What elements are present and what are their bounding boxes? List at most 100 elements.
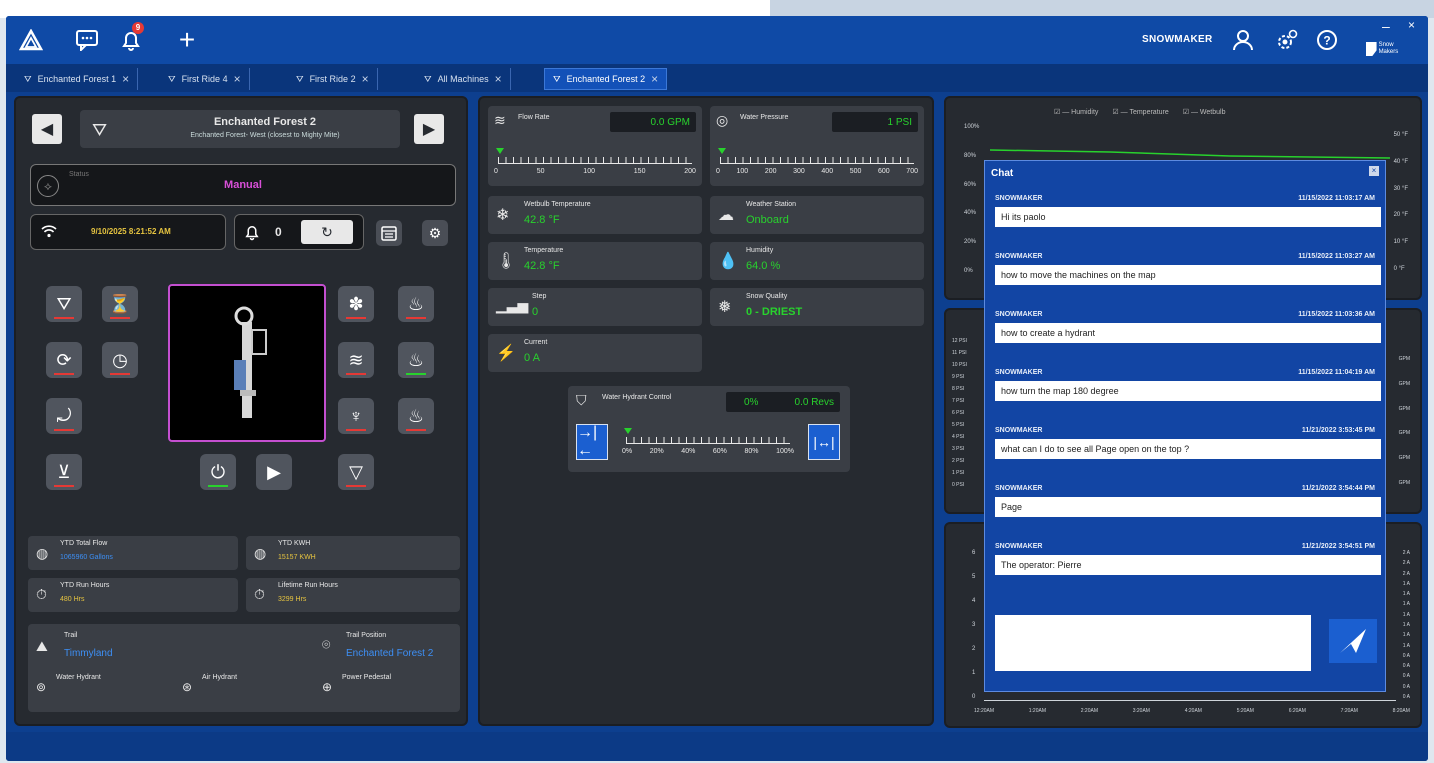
axis-tick: 1 A (1402, 611, 1410, 618)
humidity-value: 64.0 % (746, 260, 781, 272)
axis-tick: 10 PSI (952, 362, 968, 368)
tab-first-ride-4[interactable]: ⛛ First Ride 4 × (160, 68, 250, 90)
close-tab-icon[interactable]: × (234, 72, 241, 86)
minimize-button[interactable]: – (1382, 18, 1390, 34)
chat-icon[interactable] (72, 25, 102, 55)
water-hydrant-icon: ⊚ (36, 680, 47, 694)
axis-tick: 2 PSI (952, 458, 965, 464)
tick-label: 400 (821, 168, 834, 175)
message-user: SNOWMAKER (995, 484, 1043, 492)
water-drop-icon: ♨ (407, 293, 425, 314)
close-tab-icon[interactable]: × (122, 72, 129, 86)
chat-close-button[interactable]: × (1369, 166, 1379, 176)
tick-label: 200 (684, 168, 696, 175)
wifi-icon (41, 223, 57, 244)
water-pressure-label: Water Pressure (740, 114, 789, 121)
home-warning-icon[interactable] (16, 25, 46, 55)
open-hydrant-button[interactable]: |↔| (808, 424, 840, 460)
heater-control-button[interactable]: ♆ (338, 398, 374, 434)
hydrant-readout: 0% 0.0 Revs (726, 392, 840, 412)
axis-tick: 3:20AM (1132, 708, 1150, 714)
nozzle-2-control-button[interactable]: ♨ (398, 342, 434, 378)
reset-alarm-button[interactable]: ↻ (301, 220, 353, 244)
trail-position-value[interactable]: Enchanted Forest 2 (346, 648, 433, 659)
step-card: ▁▃▅ Step 0 (488, 288, 702, 326)
tab-first-ride-2[interactable]: ⛛ First Ride 2 × (288, 68, 378, 90)
previous-machine-button[interactable]: ◀ (32, 114, 62, 144)
air-hydrant-label[interactable]: Air Hydrant (202, 674, 237, 681)
tilt-control-button[interactable]: ⤾ (46, 398, 82, 434)
machine-image (168, 284, 326, 442)
close-tab-icon[interactable]: × (495, 72, 502, 86)
axis-tick: 4 (972, 598, 976, 604)
axis-tick: 0 A (1402, 673, 1410, 680)
axis-tick: 2 (972, 646, 976, 652)
chat-message-input[interactable] (995, 615, 1311, 671)
triangle-down-icon: ▽ (349, 461, 363, 482)
send-icon (1340, 629, 1366, 653)
nozzle-1-control-button[interactable]: ♨ (398, 286, 434, 322)
air-control-button[interactable]: ≋ (338, 342, 374, 378)
calendar-button[interactable] (376, 220, 402, 246)
timer-control-button[interactable]: ◷ (102, 342, 138, 378)
trail-value[interactable]: Timmyland (64, 648, 113, 659)
stopwatch-icon: ⏱ (36, 586, 47, 602)
tab-all-machines[interactable]: ⛛ All Machines × (416, 68, 511, 90)
send-message-button[interactable] (1329, 619, 1377, 663)
snow-gun-control-button[interactable]: ⛛ (46, 286, 82, 322)
alarm-bell-icon[interactable]: 9 (116, 22, 146, 55)
legend-item-wetbulb[interactable]: ☑ — Wetbulb (1183, 108, 1226, 116)
settings-icon[interactable] (1272, 25, 1302, 55)
axis-tick: 1 PSI (952, 470, 965, 476)
hydrant-control-label: Water Hydrant Control (602, 394, 672, 401)
nozzle-3-control-button[interactable]: ♨ (398, 398, 434, 434)
chat-title: Chat (991, 167, 1014, 179)
oscillation-control-button[interactable]: ⟳ (46, 342, 82, 378)
tab-enchanted-forest-1[interactable]: ⛛ Enchanted Forest 1 × (16, 68, 139, 90)
axis-tick: 0 (972, 694, 976, 700)
ytd-run-hours-card: ⏱ YTD Run Hours 480 Hrs (28, 578, 238, 612)
help-icon[interactable]: ? (1312, 25, 1342, 55)
x-axis-line (984, 700, 1396, 701)
legend-item-humidity[interactable]: ☑ — Humidity (1054, 108, 1098, 116)
axis-tick: 30 °F (1393, 185, 1408, 192)
tab-label: First Ride 2 (309, 74, 356, 84)
humidity-icon: 💧 (718, 253, 738, 270)
add-icon[interactable]: + (172, 24, 202, 55)
message-header: SNOWMAKER 11/15/2022 11:04:19 AM (995, 365, 1375, 379)
gauge-icon: ◍ (36, 545, 49, 561)
raise-control-button[interactable]: ▽ (338, 454, 374, 490)
start-button[interactable]: ▶ (256, 454, 292, 490)
axis-tick: 2 A (1402, 570, 1410, 577)
hydrant-gauge[interactable]: 0% 20% 40% 60% 80% 100% (616, 422, 800, 462)
brand-logo-icon (1366, 42, 1377, 56)
axis-tick: 0 PSI (952, 482, 965, 488)
user-icon[interactable] (1228, 25, 1258, 55)
flow-icon: ≋ (494, 112, 506, 128)
compressor-control-button[interactable]: ⏳ (102, 286, 138, 322)
next-machine-button[interactable]: ▶ (414, 114, 444, 144)
power-control-button[interactable]: ⏻ (200, 454, 236, 490)
close-tab-icon[interactable]: × (362, 72, 369, 86)
axis-tick: 5 PSI (952, 422, 965, 428)
machine-settings-button[interactable]: ⚙ (422, 220, 448, 246)
snow-quality-value: 0 - DRIEST (746, 306, 803, 318)
lower-control-button[interactable]: ⊻ (46, 454, 82, 490)
power-pedestal-label[interactable]: Power Pedestal (342, 674, 391, 681)
close-tab-icon[interactable]: × (651, 72, 658, 86)
machine-header: ⛛ Enchanted Forest 2 Enchanted Forest- W… (80, 110, 400, 148)
close-window-button[interactable]: × (1408, 18, 1415, 32)
top-bar: 9 + SNOWMAKER ? Snow Makers – × (6, 16, 1428, 64)
water-hydrant-label[interactable]: Water Hydrant (56, 674, 101, 681)
tab-enchanted-forest-2[interactable]: ⛛ Enchanted Forest 2 × (544, 68, 668, 90)
fan-control-button[interactable]: ✽ (338, 286, 374, 322)
message-user: SNOWMAKER (995, 542, 1043, 550)
tick-label: 100 (583, 168, 595, 175)
alarm-bell-icon (243, 223, 261, 246)
message-time: 11/15/2022 11:04:19 AM (1298, 368, 1375, 376)
legend-item-temperature[interactable]: ☑ — Temperature (1112, 108, 1168, 116)
water-drop-icon: ♨ (407, 349, 425, 370)
close-hydrant-button[interactable]: →|← (576, 424, 608, 460)
tick-label: 80% (744, 448, 759, 455)
play-icon: ▶ (267, 461, 281, 482)
